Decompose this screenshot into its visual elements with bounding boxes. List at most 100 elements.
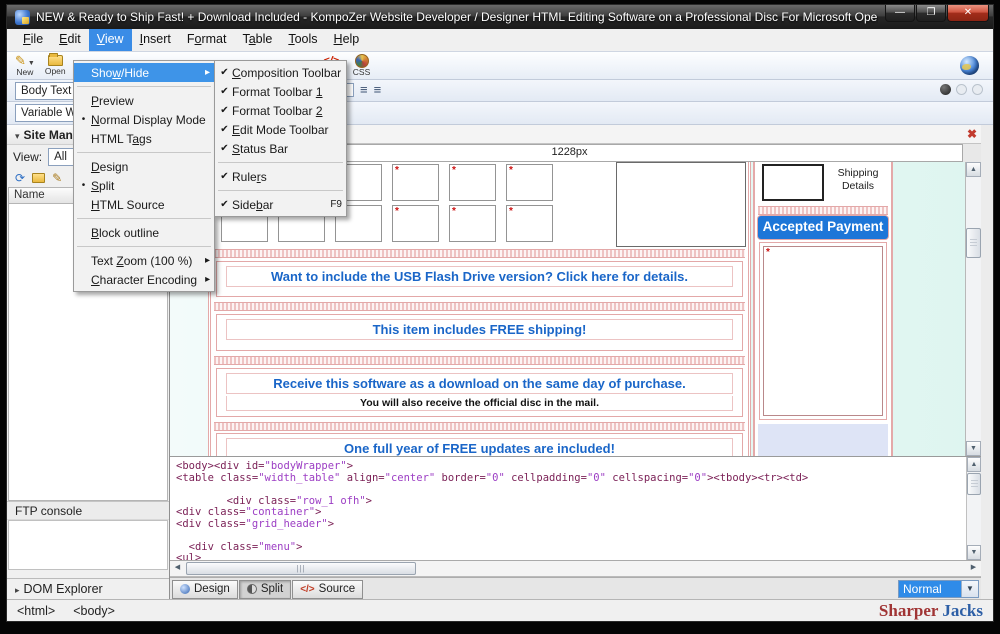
refresh-icon[interactable]: ⟳: [15, 171, 25, 185]
shipping-text-line2: Details: [829, 180, 887, 193]
menu-item-text-zoom-100[interactable]: Text Zoom (100 %)▸: [74, 251, 214, 270]
open-site-folder-icon[interactable]: [32, 173, 45, 183]
updates-banner[interactable]: One full year of FREE updates are includ…: [216, 433, 743, 457]
new-button[interactable]: ✎▼ New: [15, 54, 35, 77]
status-bar: <html> <body> Sharper Jacks: [7, 599, 993, 621]
menu-item-label: Format Toolbar 1: [232, 85, 334, 99]
numbered-list-icon[interactable]: ≡: [360, 83, 368, 97]
menu-item-html-source[interactable]: HTML Source: [74, 195, 214, 214]
tab-source[interactable]: </> Source: [292, 580, 363, 599]
body-tag-breadcrumb[interactable]: <body>: [73, 604, 115, 618]
background-color-icon[interactable]: [972, 84, 983, 95]
menubar-item-view[interactable]: View: [89, 29, 132, 51]
html-tag-breadcrumb[interactable]: <html>: [17, 604, 55, 618]
open-button[interactable]: Open: [45, 55, 66, 76]
image-placeholder[interactable]: *: [392, 164, 439, 201]
table-border-band: [214, 422, 745, 431]
design-scrollbar-thumb[interactable]: [966, 228, 981, 258]
tab-source-label: Source: [319, 583, 355, 595]
menu-item-split[interactable]: •Split: [74, 176, 214, 195]
source-view[interactable]: <body><div id="bodyWrapper"><table class…: [170, 457, 981, 561]
menu-item-label: Rulers: [232, 170, 334, 184]
dom-explorer-header[interactable]: ▸DOM Explorer: [7, 578, 169, 599]
image-placeholder[interactable]: *: [449, 164, 496, 201]
source-scrollbar-thumb[interactable]: [967, 473, 981, 495]
menu-item-format-toolbar-1[interactable]: ✔Format Toolbar 1: [215, 82, 346, 101]
view-menu-popup: Show/Hide▸Preview•Normal Display ModeHTM…: [73, 60, 215, 292]
menubar-item-format[interactable]: Format: [179, 29, 235, 51]
css-button[interactable]: CSS: [353, 54, 370, 77]
design-eye-icon: [180, 584, 190, 594]
menubar-item-tools[interactable]: Tools: [280, 29, 325, 51]
css-button-label: CSS: [353, 68, 370, 77]
image-placeholder[interactable]: *: [506, 164, 553, 201]
menubar-item-edit[interactable]: Edit: [51, 29, 89, 51]
menu-item-character-encoding[interactable]: Character Encoding▸: [74, 270, 214, 289]
accepted-payment-header[interactable]: Accepted Payment: [758, 216, 888, 239]
menu-item-format-toolbar-2[interactable]: ✔Format Toolbar 2: [215, 101, 346, 120]
image-placeholder[interactable]: *: [506, 205, 553, 242]
menu-item-preview[interactable]: Preview: [74, 91, 214, 110]
menu-item-composition-toolbar[interactable]: ✔Composition Toolbar: [215, 63, 346, 82]
no-color-icon[interactable]: [940, 84, 951, 95]
new-dropdown-caret-icon: ▼: [28, 60, 35, 67]
source-horizontal-scrollbar[interactable]: ◀ ||| ▶: [170, 561, 981, 577]
foreground-color-icon[interactable]: [956, 84, 967, 95]
browse-globe-icon[interactable]: [960, 56, 979, 75]
horizontal-scrollbar-thumb[interactable]: |||: [186, 562, 416, 575]
scroll-up-arrow-icon[interactable]: ▲: [967, 457, 981, 472]
menubar-item-table[interactable]: Table: [234, 29, 280, 51]
menubar-item-help[interactable]: Help: [326, 29, 368, 51]
menubar-item-file[interactable]: File: [15, 29, 51, 51]
image-placeholder[interactable]: *: [392, 205, 439, 242]
submenu-arrow-icon: ▸: [197, 67, 210, 78]
shipping-image-placeholder[interactable]: [762, 164, 824, 201]
menu-item-sidebar[interactable]: ✔SidebarF9: [215, 195, 346, 214]
maximize-button[interactable]: ❐: [916, 5, 946, 22]
tab-design-label: Design: [194, 583, 230, 595]
scroll-down-arrow-icon[interactable]: ▼: [967, 545, 981, 560]
product-main-image-placeholder[interactable]: [616, 162, 746, 247]
menu-item-show-hide[interactable]: Show/Hide▸: [74, 63, 214, 82]
expand-triangle-icon: ▸: [15, 585, 20, 595]
bulleted-list-icon[interactable]: ≡: [374, 83, 382, 97]
scroll-down-arrow-icon[interactable]: ▼: [966, 441, 981, 456]
ftp-console-header[interactable]: FTP console: [7, 501, 169, 520]
menubar-item-insert[interactable]: Insert: [132, 29, 179, 51]
html-source-code[interactable]: <body><div id="bodyWrapper"><table class…: [170, 457, 981, 561]
design-vertical-scrollbar[interactable]: ▲ ▼: [965, 162, 981, 456]
menu-item-block-outline[interactable]: Block outline: [74, 223, 214, 242]
close-button[interactable]: ✕: [947, 5, 989, 22]
usb-banner[interactable]: Want to include the USB Flash Drive vers…: [216, 261, 743, 297]
edit-site-icon[interactable]: ✎: [52, 171, 62, 185]
free-shipping-banner[interactable]: This item includes FREE shipping!: [216, 314, 743, 351]
radio-dot-icon: •: [76, 114, 91, 125]
display-mode-select[interactable]: Normal ▼: [898, 580, 979, 598]
menu-item-label: Design: [91, 160, 202, 174]
menu-item-normal-display-mode[interactable]: •Normal Display Mode: [74, 110, 214, 129]
menu-item-label: Sidebar: [232, 198, 322, 212]
menu-item-design[interactable]: Design: [74, 157, 214, 176]
menu-item-rulers[interactable]: ✔Rulers: [215, 167, 346, 186]
side-column-footer-cell: [758, 424, 888, 456]
download-banner[interactable]: Receive this software as a download on t…: [216, 368, 743, 417]
menu-item-edit-mode-toolbar[interactable]: ✔Edit Mode Toolbar: [215, 120, 346, 139]
menu-separator: [218, 162, 343, 163]
scroll-up-arrow-icon[interactable]: ▲: [966, 162, 981, 177]
tab-design[interactable]: Design: [172, 580, 238, 599]
menu-item-html-tags[interactable]: HTML Tags: [74, 129, 214, 148]
source-vertical-scrollbar[interactable]: ▲ ▼: [966, 457, 981, 560]
image-placeholder[interactable]: *: [449, 205, 496, 242]
scroll-left-arrow-icon[interactable]: ◀: [170, 561, 185, 576]
tab-split[interactable]: Split: [239, 580, 291, 599]
source-code-line: <ul>: [176, 553, 961, 561]
close-document-icon[interactable]: ✖: [967, 127, 977, 141]
payment-image-placeholder[interactable]: *: [763, 246, 883, 416]
page-side-column: Shipping Details Accepted Payment *: [753, 162, 893, 456]
minimize-button[interactable]: —: [885, 5, 915, 22]
menu-item-label: Show/Hide: [91, 66, 197, 80]
menu-shortcut: F9: [322, 199, 342, 210]
scroll-right-arrow-icon[interactable]: ▶: [966, 561, 981, 576]
menu-item-status-bar[interactable]: ✔Status Bar: [215, 139, 346, 158]
kompozer-app-icon: [15, 10, 30, 25]
